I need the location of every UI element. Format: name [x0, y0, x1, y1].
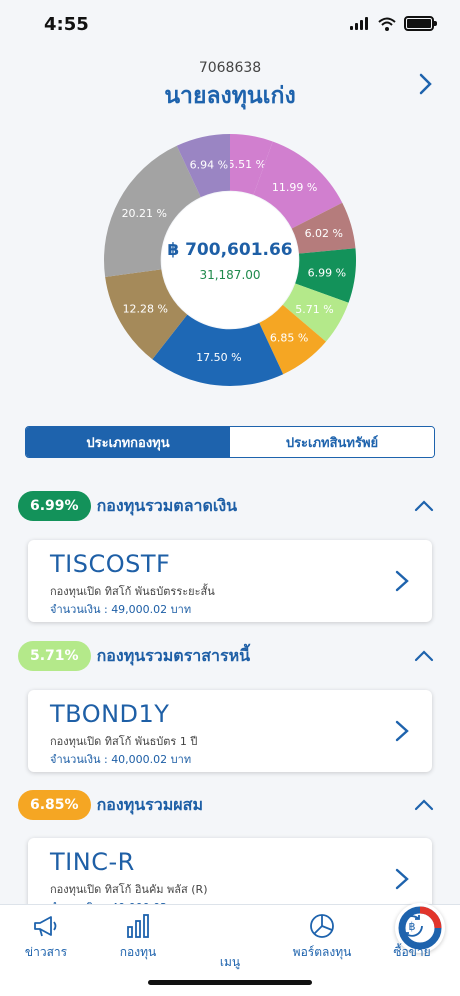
fund-code: TBOND1Y: [50, 700, 170, 728]
donut-slice-label-0: 5.51 %: [228, 158, 266, 171]
signal-icon: [350, 17, 368, 30]
chevron-up-icon[interactable]: [414, 496, 434, 516]
chevron-right-icon[interactable]: [392, 570, 412, 592]
account-number: 7068638: [198, 60, 262, 76]
account-name: นายลงทุนเก่ง: [164, 83, 296, 109]
group-pct-badge: 6.85%: [18, 790, 91, 820]
fund-description: กองทุนเปิด ทิสโก้ พันธบัตร 1 ปี: [50, 735, 198, 748]
nav-funds[interactable]: กองทุน: [98, 911, 178, 962]
chevron-right-icon[interactable]: [413, 72, 437, 96]
home-indicator: [148, 980, 312, 985]
portfolio-donut-chart: 5.51 %11.99 %6.02 %6.99 %5.71 %6.85 %17.…: [104, 134, 356, 387]
nav-portfolio[interactable]: พอร์ตลงทุน: [282, 911, 362, 962]
chevron-right-icon[interactable]: [392, 868, 412, 890]
fund-card[interactable]: TISCOSTF กองทุนเปิด ทิสโก้ พันธบัตรระยะส…: [28, 540, 432, 622]
fund-code: TISCOSTF: [50, 550, 171, 578]
fund-amount: จำนวนเงิน : 49,000.02 บาท: [50, 603, 192, 616]
portfolio-total: ฿ 700,601.66: [167, 240, 293, 260]
baht-exchange-icon: ฿: [401, 915, 423, 937]
type-tabs: ประเภทกองทุน ประเภทสินทรัพย์: [25, 426, 435, 458]
group-pct-badge: 6.99%: [18, 491, 91, 521]
portfolio-sub-value: 31,187.00: [199, 268, 261, 282]
status-time: 4:55: [44, 14, 89, 35]
donut-slice-label-7: 12.28 %: [123, 303, 168, 316]
nav-label: กองทุน: [119, 945, 157, 959]
fund-amount: จำนวนเงิน : 40,000.02 บาท: [50, 753, 192, 766]
nav-label: ซื้อขาย: [393, 945, 431, 959]
nav-trade[interactable]: ฿ ซื้อขาย: [372, 911, 452, 962]
tab-asset-type[interactable]: ประเภทสินทรัพย์: [230, 427, 434, 457]
bar-chart-icon: [127, 914, 149, 938]
tab-fund-type[interactable]: ประเภทกองทุน: [26, 427, 230, 457]
donut-slice-label-2: 6.02 %: [305, 227, 343, 240]
pie-chart-icon: [310, 914, 334, 938]
donut-slice-label-1: 11.99 %: [272, 181, 317, 194]
group-header-fixed-income[interactable]: 5.71% กองทุนรวมตราสารหนี้: [18, 640, 442, 672]
donut-slice-label-8: 20.21 %: [122, 207, 167, 220]
fund-description: กองทุนเปิด ทิสโก้ พันธบัตรระยะสั้น: [50, 585, 215, 598]
group-title: กองทุนรวมตลาดเงิน: [96, 495, 238, 515]
nav-label: เมนู: [219, 955, 241, 969]
donut-slice-label-4: 5.71 %: [295, 303, 333, 316]
nav-news[interactable]: ข่าวสาร: [6, 911, 86, 962]
chevron-up-icon[interactable]: [414, 646, 434, 666]
nav-menu[interactable]: เมนู: [190, 903, 445, 972]
status-icons: [350, 16, 437, 31]
donut-hole: [161, 191, 299, 329]
wifi-icon: [378, 17, 396, 31]
group-title: กองทุนรวมผสม: [96, 794, 203, 814]
donut-slice-label-5: 6.85 %: [270, 332, 308, 345]
nav-label: ข่าวสาร: [24, 945, 68, 959]
svg-text:฿: ฿: [409, 920, 416, 933]
group-pct-badge: 5.71%: [18, 641, 91, 671]
group-title: กองทุนรวมตราสารหนี้: [96, 645, 251, 665]
status-bar: 4:55: [0, 0, 460, 50]
nav-label: พอร์ตลงทุน: [292, 945, 352, 959]
fund-code: TINC-R: [50, 848, 135, 876]
chevron-right-icon[interactable]: [392, 720, 412, 742]
fund-card[interactable]: TBOND1Y กองทุนเปิด ทิสโก้ พันธบัตร 1 ปี …: [28, 690, 432, 772]
fund-description: กองทุนเปิด ทิสโก้ อินคัม พลัส (R): [50, 883, 208, 896]
donut-slice-label-9: 6.94 %: [190, 159, 228, 172]
battery-icon: [404, 16, 437, 31]
group-header-money-market[interactable]: 6.99% กองทุนรวมตลาดเงิน: [18, 490, 442, 522]
donut-slice-label-6: 17.50 %: [196, 351, 241, 364]
group-header-mixed[interactable]: 6.85% กองทุนรวมผสม: [18, 789, 442, 821]
megaphone-icon: [34, 916, 57, 937]
chevron-up-icon[interactable]: [414, 795, 434, 815]
